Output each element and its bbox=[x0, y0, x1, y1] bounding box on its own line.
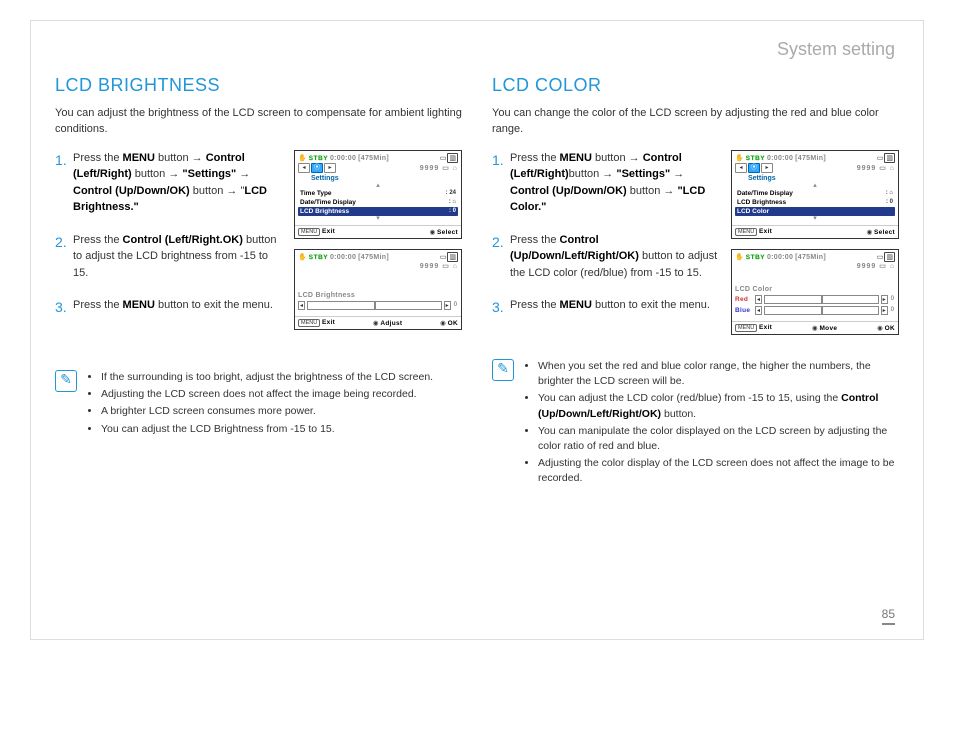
hand-icon: ✋ bbox=[298, 254, 307, 261]
intro-brightness: You can adjust the brightness of the LCD… bbox=[55, 106, 462, 138]
red-slider bbox=[764, 295, 879, 304]
battery-icon: ▥ bbox=[884, 153, 895, 163]
screenshots-brightness: ✋ STBY 0:00:00 [475Min] ▭▥ ◂⦿▸ 9999 ▭ ⌂ … bbox=[294, 150, 462, 340]
hand-icon: ✋ bbox=[735, 254, 744, 261]
brightness-slider bbox=[307, 301, 442, 310]
intro-color: You can change the color of the LCD scre… bbox=[492, 106, 899, 138]
mode-tabs: ◂⦿▸ bbox=[298, 163, 336, 173]
menu-item-time-type: Time Type: 24 bbox=[298, 189, 458, 198]
color-slider-label: LCD Color bbox=[735, 286, 895, 293]
down-arrow-icon: ▾ bbox=[298, 216, 458, 222]
page-number: 85 bbox=[882, 607, 895, 625]
section-title-color: LCD COLOR bbox=[492, 75, 899, 96]
battery-icon: ▥ bbox=[884, 252, 895, 262]
step-3: 3. Press the MENU button to exit the men… bbox=[492, 297, 721, 318]
down-arrow-icon: ▾ bbox=[735, 216, 895, 222]
menu-item-lcd-brightness: LCD Brightness: 0 bbox=[735, 198, 895, 207]
col-lcd-brightness: LCD BRIGHTNESS You can adjust the bright… bbox=[55, 75, 462, 489]
blue-label: Blue bbox=[735, 307, 753, 314]
mode-tabs: ◂⦿▸ bbox=[735, 163, 773, 173]
menu-item-datetime: Date/Time Display: ⌂ bbox=[298, 198, 458, 207]
card-icon: ▭ bbox=[440, 253, 447, 261]
red-label: Red bbox=[735, 296, 753, 303]
screenshots-color: ✋ STBY 0:00:00 [475Min] ▭▥ ◂⦿▸ 9999 ▭ ⌂ … bbox=[731, 150, 899, 345]
card-icon: ▭ bbox=[877, 154, 884, 162]
note-icon bbox=[55, 370, 77, 392]
menu-item-datetime: Date/Time Display: ⌂ bbox=[735, 189, 895, 198]
note-color: When you set the red and blue color rang… bbox=[492, 359, 899, 489]
note-icon bbox=[492, 359, 514, 381]
brightness-slider-label: LCD Brightness bbox=[298, 292, 458, 299]
screenshot-brightness-adjust: ✋ STBY 0:00:00 [475Min] ▭▥ 9999 ▭ ⌂ LCD … bbox=[294, 249, 462, 330]
battery-icon: ▥ bbox=[447, 252, 458, 262]
step-2: 2. Press the Control (Left/Right.OK) but… bbox=[55, 232, 284, 282]
section-title-brightness: LCD BRIGHTNESS bbox=[55, 75, 462, 96]
screenshot-color-adjust: ✋ STBY 0:00:00 [475Min] ▭▥ 9999 ▭ ⌂ LCD … bbox=[731, 249, 899, 335]
note-brightness: If the surrounding is too bright, adjust… bbox=[55, 370, 462, 439]
step-1: 1. Press the MENU button → Control (Left… bbox=[492, 150, 721, 216]
page-header: System setting bbox=[777, 39, 895, 60]
hand-icon: ✋ bbox=[735, 155, 744, 162]
step-1: 1. Press the MENU button → Control (Left… bbox=[55, 150, 284, 216]
battery-icon: ▥ bbox=[447, 153, 458, 163]
card-icon: ▭ bbox=[877, 253, 884, 261]
blue-slider bbox=[764, 306, 879, 315]
col-lcd-color: LCD COLOR You can change the color of th… bbox=[492, 75, 899, 489]
screenshot-settings-menu-brightness: ✋ STBY 0:00:00 [475Min] ▭▥ ◂⦿▸ 9999 ▭ ⌂ … bbox=[294, 150, 462, 239]
hand-icon: ✋ bbox=[298, 155, 307, 162]
step-2: 2. Press the Control (Up/Down/Left/Right… bbox=[492, 232, 721, 282]
screenshot-settings-menu-color: ✋ STBY 0:00:00 [475Min] ▭▥ ◂⦿▸ 9999 ▭ ⌂ … bbox=[731, 150, 899, 239]
step-3: 3. Press the MENU button to exit the men… bbox=[55, 297, 284, 318]
card-icon: ▭ bbox=[440, 154, 447, 162]
